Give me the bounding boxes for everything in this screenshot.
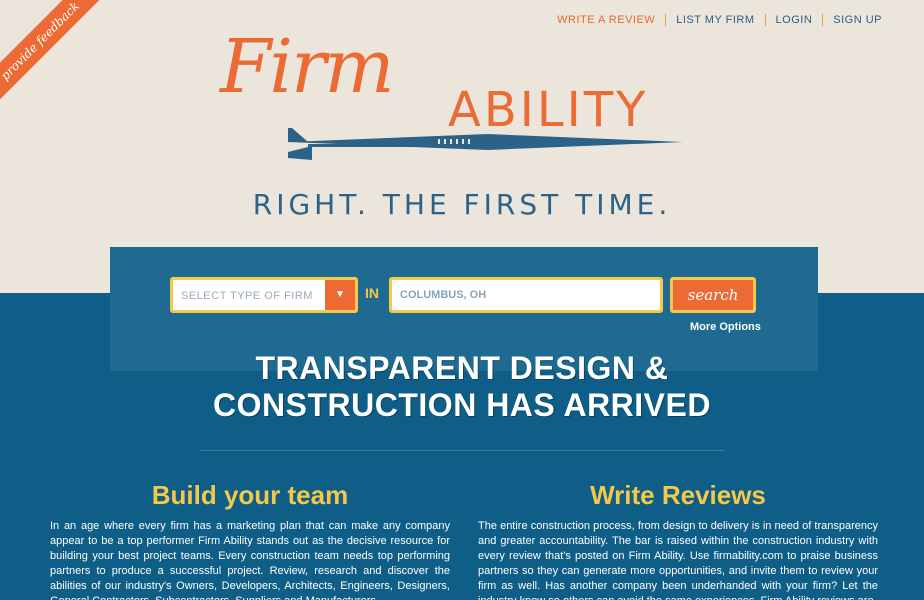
divider (200, 450, 724, 451)
headline-line-1: TRANSPARENT DESIGN & (255, 350, 669, 386)
more-options-link[interactable]: More Options (690, 321, 761, 333)
write-reviews-body: The entire construction process, from de… (478, 520, 878, 600)
firm-type-select[interactable]: SELECT TYPE OF FIRM ▼ (170, 277, 358, 313)
logo-firm-text: Firm (220, 24, 395, 110)
signup-link[interactable]: SIGN UP (822, 14, 892, 26)
firm-type-placeholder: SELECT TYPE OF FIRM (181, 290, 313, 302)
jet-icon (288, 128, 683, 160)
in-label: IN (365, 285, 379, 301)
headline-line-2: CONSTRUCTION HAS ARRIVED (213, 387, 711, 423)
build-team-body: In an age where every firm has a marketi… (50, 520, 450, 600)
location-value: COLUMBUS, OH (400, 289, 487, 301)
feedback-ribbon-label[interactable]: provide feedback (0, 0, 106, 107)
site-logo[interactable]: Firm ABILITY (220, 24, 710, 164)
login-link[interactable]: LOGIN (764, 14, 823, 26)
build-team-title: Build your team (151, 480, 349, 510)
chevron-down-icon[interactable]: ▼ (325, 280, 355, 310)
location-input[interactable]: COLUMBUS, OH (389, 277, 663, 313)
write-reviews-section: Write Reviews The entire construction pr… (478, 480, 878, 600)
write-reviews-title: Write Reviews (590, 480, 766, 510)
tagline: RIGHT. THE FIRST TIME. (252, 188, 672, 221)
search-button[interactable]: search (670, 277, 756, 313)
headline: TRANSPARENT DESIGN & CONSTRUCTION HAS AR… (0, 350, 924, 424)
build-team-section: Build your team In an age where every fi… (50, 480, 450, 600)
feedback-ribbon[interactable]: provide feedback (0, 0, 110, 110)
